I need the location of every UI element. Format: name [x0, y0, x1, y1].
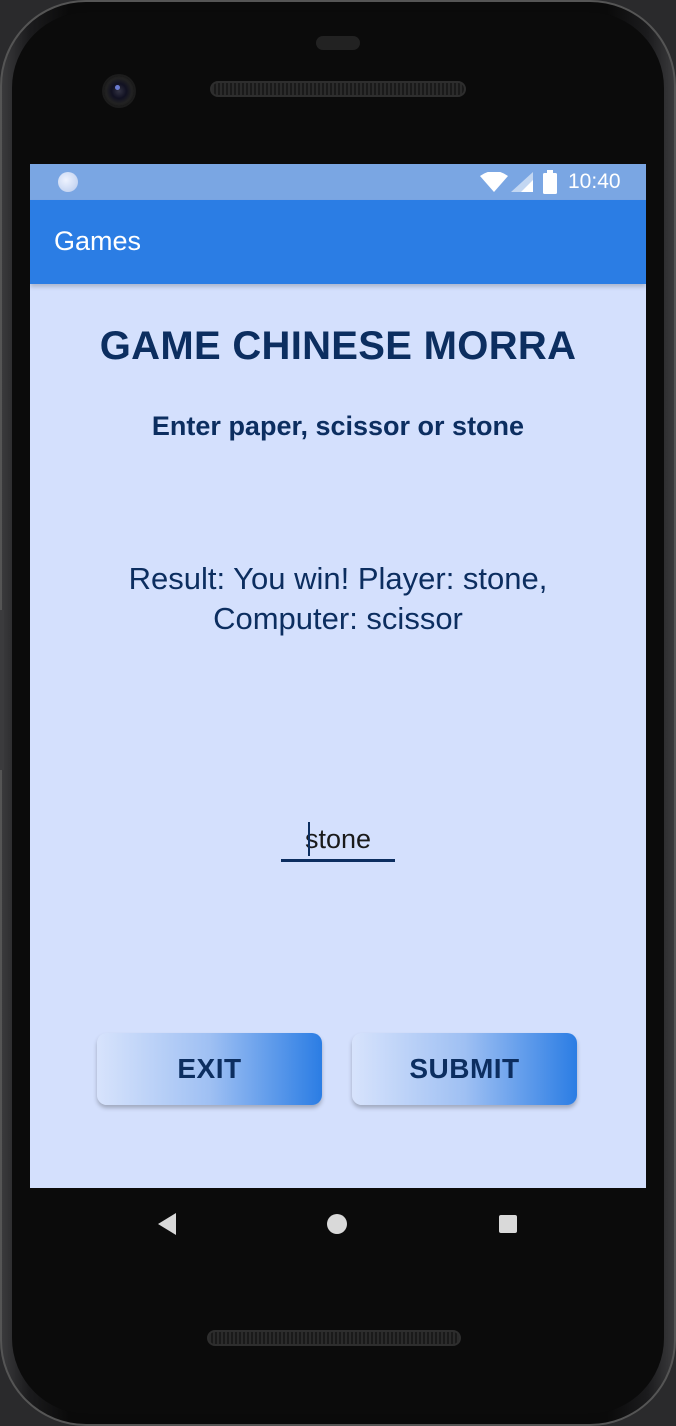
battery-icon [543, 170, 557, 194]
recents-icon[interactable] [499, 1215, 517, 1233]
choice-input[interactable] [281, 820, 395, 858]
text-cursor [308, 822, 310, 856]
status-bar: 10:40 [30, 164, 646, 200]
notification-dot-icon [58, 172, 78, 192]
back-icon[interactable] [158, 1213, 176, 1235]
home-icon[interactable] [327, 1214, 347, 1234]
cell-signal-icon [511, 172, 533, 192]
game-title: GAME CHINESE MORRA [99, 324, 577, 368]
app-bar: Games [30, 200, 646, 284]
submit-button[interactable]: SUBMIT [352, 1033, 577, 1105]
app-title: Games [54, 226, 142, 256]
instruction-text: Enter paper, scissor or stone [151, 411, 525, 441]
app-screen: 10:40 Games GAME CHINESE MORRA Enter pap… [30, 164, 646, 1188]
front-camera-icon [104, 76, 134, 106]
exit-button[interactable]: EXIT [97, 1033, 322, 1105]
choice-input-container [281, 820, 395, 862]
status-time: 10:40 [568, 170, 621, 193]
result-text: Result: You win! Player: stone, Computer… [128, 561, 548, 636]
side-button [0, 610, 4, 770]
wifi-icon [480, 172, 508, 192]
earpiece-speaker [210, 81, 466, 97]
top-sensor [316, 36, 360, 50]
bottom-speaker [207, 1330, 461, 1346]
